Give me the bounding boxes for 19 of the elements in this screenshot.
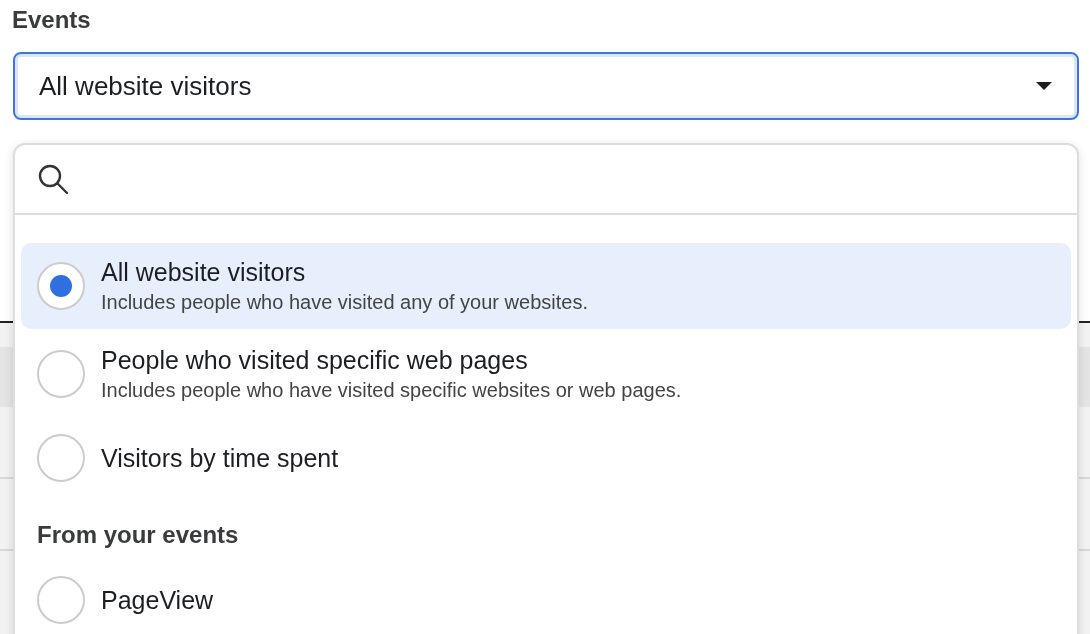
dropdown-select[interactable]: All website visitors [13,52,1079,120]
radio-button[interactable] [37,434,85,482]
option-item[interactable]: Visitors by time spent [21,419,1071,497]
option-item[interactable]: People who visited specific web pages Includes people who have visited specific websites or web pages. [21,331,1071,417]
option-item[interactable]: PageView [21,561,1071,634]
caret-icon [1035,81,1053,91]
option-title: People who visited specific web pages [101,346,529,375]
option-description: Includes people who have visited any of your websites. [101,291,588,314]
option-title: PageView [101,585,214,615]
radio-button[interactable] [37,350,85,398]
section-header: From your events [36,520,240,550]
radio-button[interactable] [37,576,85,624]
option-description: Includes people who have visited specific websites or web pages. [101,379,682,402]
radio-button[interactable] [37,262,85,310]
option-title: Visitors by time spent [101,443,339,473]
search-icon [37,163,69,195]
field-label: Events [12,6,92,35]
option-title: All website visitors [101,258,307,287]
option-item[interactable]: All website visitors Includes people who have visited any of your websites. [21,243,1071,329]
